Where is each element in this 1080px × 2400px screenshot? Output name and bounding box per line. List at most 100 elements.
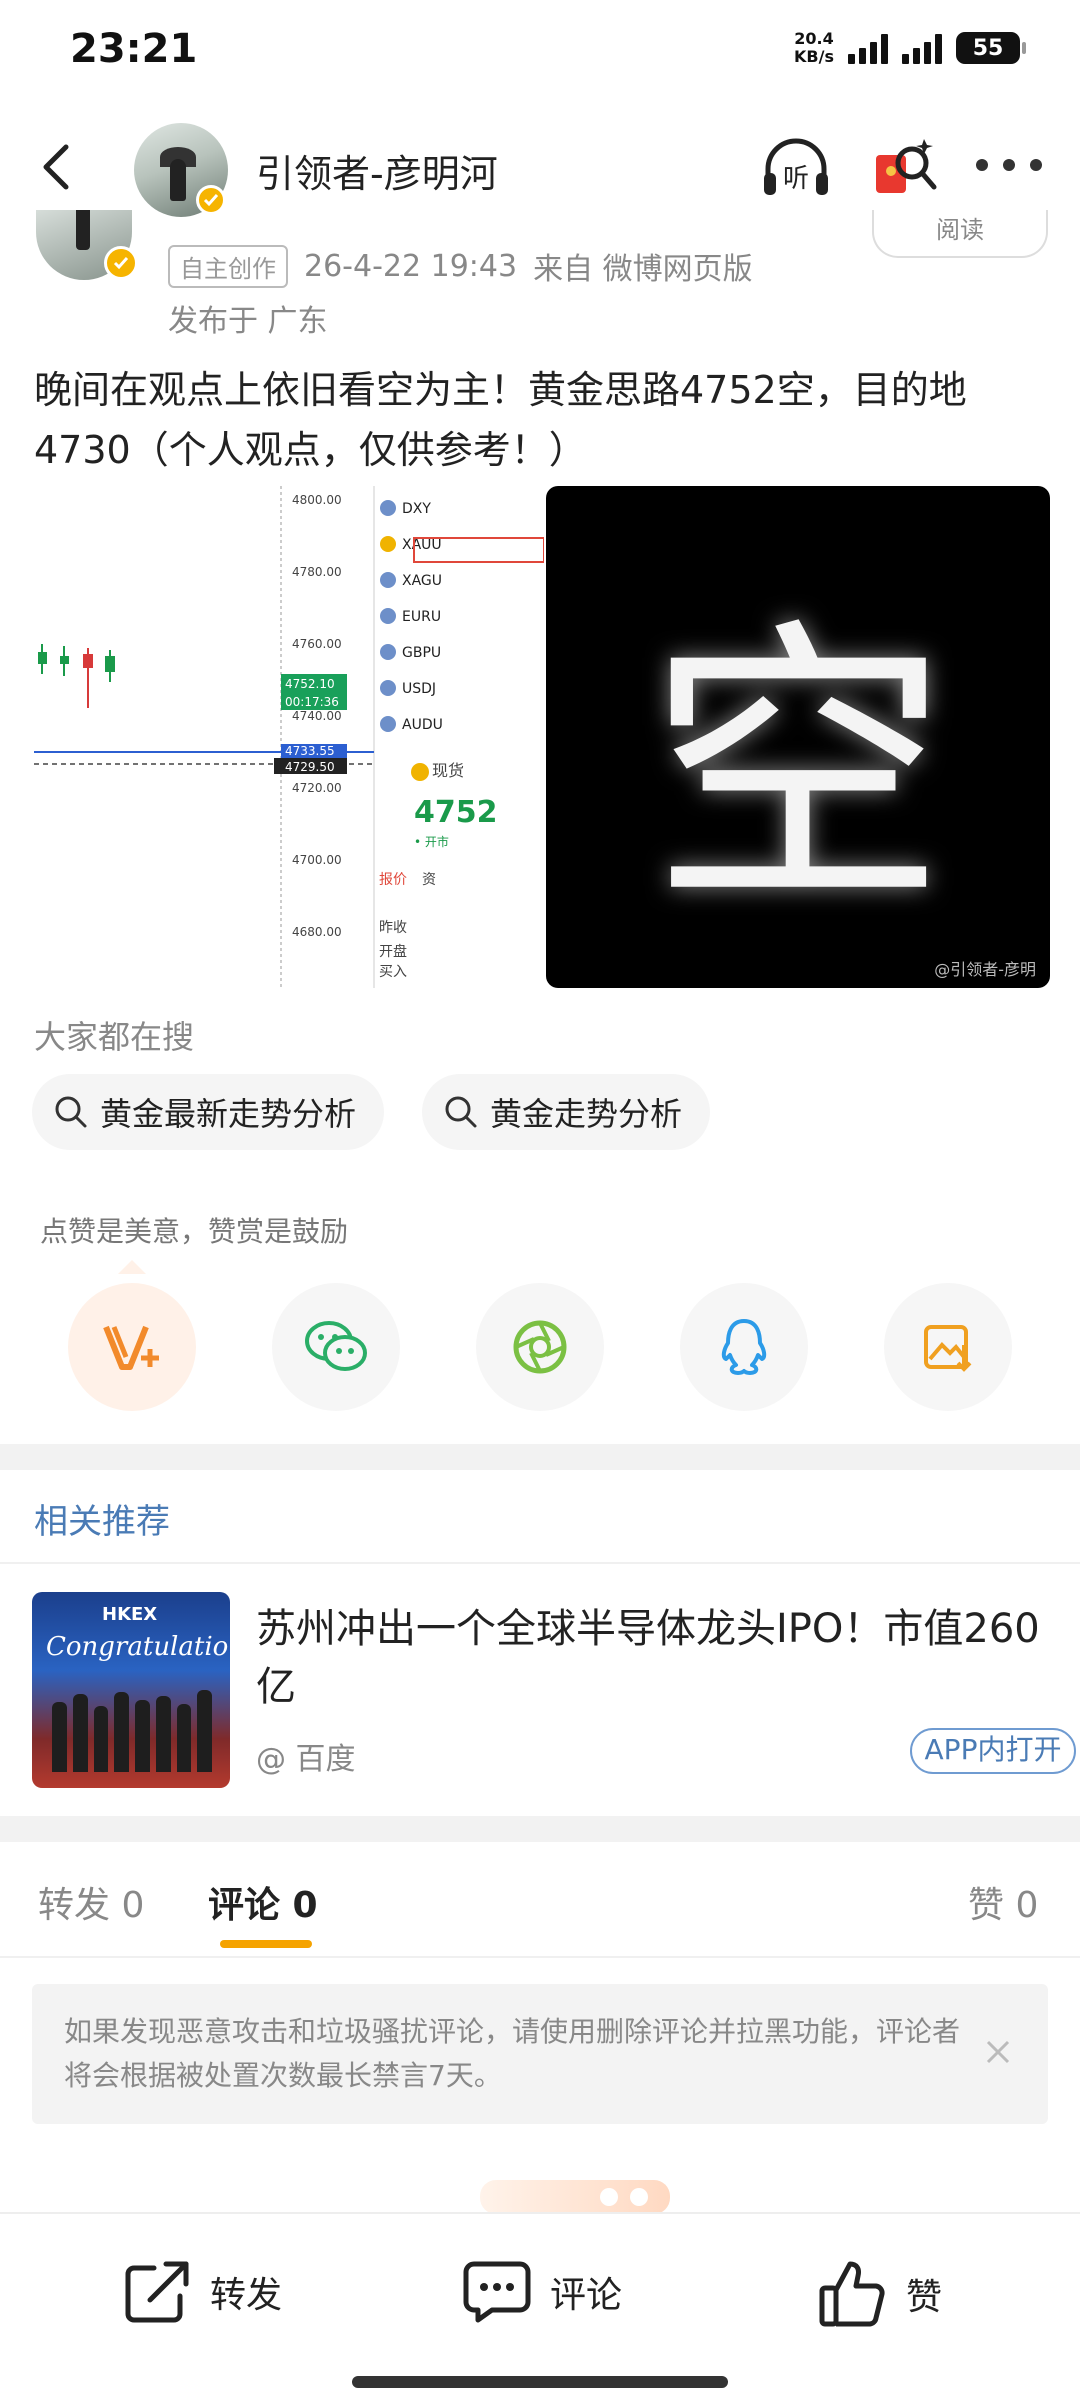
qq-icon: [721, 1319, 767, 1375]
divider: [0, 1562, 1080, 1564]
tab-repost[interactable]: 转发 0: [38, 1876, 144, 1928]
search-icon: [445, 1096, 477, 1128]
price-tick-label: 4740.00: [292, 709, 342, 723]
svg-text:4733.55: 4733.55: [285, 744, 335, 758]
post-image-character[interactable]: 空 @引领者-彦明: [546, 486, 1050, 988]
back-arrow-icon: [43, 144, 69, 190]
section-divider: [0, 1444, 1080, 1470]
open-in-app-button[interactable]: APP内打开: [910, 1728, 1076, 1774]
svg-text:4729.50: 4729.50: [285, 760, 335, 774]
svg-text:• 开市: • 开市: [414, 834, 449, 849]
reward-hint: 点赞是美意，赞赏是鼓励: [40, 1215, 349, 1248]
price-tick-label: 4700.00: [292, 853, 342, 867]
close-button[interactable]: [978, 2032, 1018, 2072]
hot-search-label: 黄金走势分析: [490, 1095, 683, 1133]
tab-comment[interactable]: 评论 0: [208, 1876, 318, 1928]
notice-text: 如果发现恶意攻击和垃圾骚扰评论，请使用删除评论并拉黑功能，评论者将会根据被处置次…: [64, 2015, 961, 2092]
save-image-icon: [924, 1325, 972, 1372]
reward-v-plus-icon: [103, 1325, 159, 1370]
image-watermark: @引领者-彦明: [934, 960, 1036, 979]
comment-label: 评论: [550, 2275, 623, 2316]
symbol-flag-icon: [380, 608, 396, 624]
back-button[interactable]: [30, 137, 90, 197]
home-indicator[interactable]: [352, 2376, 728, 2388]
user-name[interactable]: 引领者-彦明河: [256, 143, 498, 198]
quote-side-label: 买入: [379, 964, 407, 980]
quote-side-label: 昨收: [379, 920, 407, 936]
quote-side-label: 报价: [379, 872, 407, 888]
comment-notice: 如果发现恶意攻击和垃圾骚扰评论，请使用删除评论并拉黑功能，评论者将会根据被处置次…: [32, 1984, 1048, 2124]
share-moments-button[interactable]: [476, 1283, 604, 1411]
hot-search-title: 大家都在搜: [34, 1018, 195, 1056]
post-text: 晚间在观点上依旧看空为主！黄金思路4752空，目的地4730（个人观点，仅供参考…: [34, 368, 967, 472]
repost-button[interactable]: 转发: [124, 2260, 282, 2324]
reward-button[interactable]: [68, 1283, 196, 1411]
signal-icon-2: [902, 32, 942, 64]
symbol-label: XAGU: [402, 573, 442, 589]
like-button[interactable]: 赞: [818, 2260, 942, 2328]
post-source: 来自 微博网页版: [533, 252, 753, 287]
battery-icon: 55: [956, 32, 1026, 64]
origin-tag: 自主创作: [168, 244, 288, 288]
signal-icon: [848, 32, 888, 64]
price-tick-label: 4680.00: [292, 925, 342, 939]
share-wechat-button[interactable]: [272, 1283, 400, 1411]
dot-icon: [1003, 159, 1015, 171]
bottom-action-bar: 转发 评论 赞: [0, 2212, 1080, 2400]
hot-search-pill[interactable]: 黄金走势分析: [422, 1074, 711, 1150]
symbol-flag-icon: [380, 680, 396, 696]
candlestick-chart-image: 4800.00 4780.00 4760.00 4740.00 4720.00 4700.…: [34, 486, 544, 988]
post-location: 发布于 广东: [168, 304, 328, 339]
comment-button[interactable]: 评论: [462, 2260, 622, 2324]
status-time: 23:21: [70, 26, 198, 72]
wechat-icon: [305, 1321, 367, 1371]
symbol-label: EURU: [402, 609, 441, 625]
like-label: 赞: [906, 2277, 943, 2318]
related-title: 相关推荐: [34, 1502, 170, 1542]
post-datetime: 26-4-22 19:43: [304, 248, 518, 284]
status-bar: 23:21 20.4 KB/s 55: [0, 0, 1080, 110]
svg-text:听: 听: [783, 164, 809, 194]
related-headline[interactable]: 苏州冲出一个全球半导体龙头IPO！市值260亿: [256, 1600, 1046, 1716]
hot-search-label: 黄金最新走势分析: [100, 1095, 357, 1133]
calligraphy-character: 空: [648, 595, 948, 944]
price-tick-label: 4760.00: [292, 637, 342, 651]
tab-like[interactable]: 赞 0: [968, 1876, 1038, 1928]
related-thumbnail[interactable]: HKEX Congratulations!: [32, 1592, 230, 1788]
listen-button[interactable]: 听: [760, 135, 832, 201]
hot-search-pill[interactable]: 黄金最新走势分析: [32, 1074, 385, 1150]
svg-text:4752.10: 4752.10: [285, 677, 335, 691]
red-packet-button[interactable]: [872, 133, 938, 203]
post-meta: 自主创作 26-4-22 19:43 来自 微博网页版: [168, 244, 753, 288]
svg-text:4752: 4752: [414, 795, 498, 830]
price-tick-label: 4800.00: [292, 493, 342, 507]
quote-side-label: 资: [422, 872, 436, 888]
symbol-label: DXY: [402, 501, 431, 517]
symbol-label: USDJ: [402, 681, 436, 697]
empty-state-illustration: [480, 2180, 670, 2214]
more-options-button[interactable]: [976, 145, 1042, 185]
price-tick-label: 4780.00: [292, 565, 342, 579]
comment-icon: [463, 2261, 531, 2323]
status-icons: 20.4 KB/s 55: [794, 30, 1026, 66]
dot-icon: [976, 159, 988, 171]
post-image-chart[interactable]: 4800.00 4780.00 4760.00 4740.00 4720.00 4700.…: [34, 486, 544, 988]
verified-icon: [104, 246, 138, 280]
post-header: 引领者-彦明河 听: [0, 115, 1080, 225]
price-tick-label: 4720.00: [292, 781, 342, 795]
symbol-flag-icon: [380, 536, 396, 552]
symbol-flag-icon: [380, 644, 396, 660]
symbol-label: GBPU: [402, 645, 441, 661]
share-qq-button[interactable]: [680, 1283, 808, 1411]
red-packet-search-icon: [876, 139, 937, 193]
moments-icon: [513, 1320, 567, 1374]
svg-text:00:17:36: 00:17:36: [285, 695, 339, 709]
thumbs-up-icon: [819, 2261, 885, 2327]
repost-label: 转发: [210, 2275, 283, 2316]
reward-pointer: [118, 1260, 146, 1274]
symbol-flag-icon: [380, 500, 396, 516]
candles: [38, 644, 115, 708]
related-source: @ 百度: [256, 1742, 356, 1777]
save-image-button[interactable]: [884, 1283, 1012, 1411]
read-count-button[interactable]: 阅读: [872, 210, 1048, 258]
